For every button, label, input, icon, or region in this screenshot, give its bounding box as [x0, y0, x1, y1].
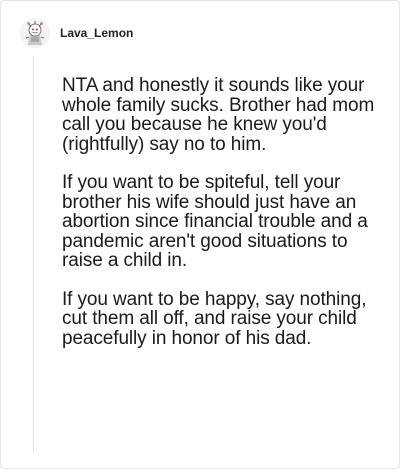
comment-header: Lava_Lemon: [20, 16, 133, 50]
username-link[interactable]: Lava_Lemon: [60, 26, 133, 40]
reddit-avatar-icon[interactable]: [20, 18, 50, 48]
comment-paragraph: If you want to be happy, say nothing, cu…: [62, 288, 367, 349]
comment-card: Lava_Lemon NTA and honestly it sounds li…: [0, 0, 400, 469]
thread-line[interactable]: [33, 56, 34, 452]
comment-body: NTA and honestly it sounds like your who…: [62, 76, 378, 367]
comment-paragraph: NTA and honestly it sounds like your who…: [62, 75, 375, 155]
comment-paragraph: If you want to be spiteful, tell your br…: [62, 172, 368, 271]
